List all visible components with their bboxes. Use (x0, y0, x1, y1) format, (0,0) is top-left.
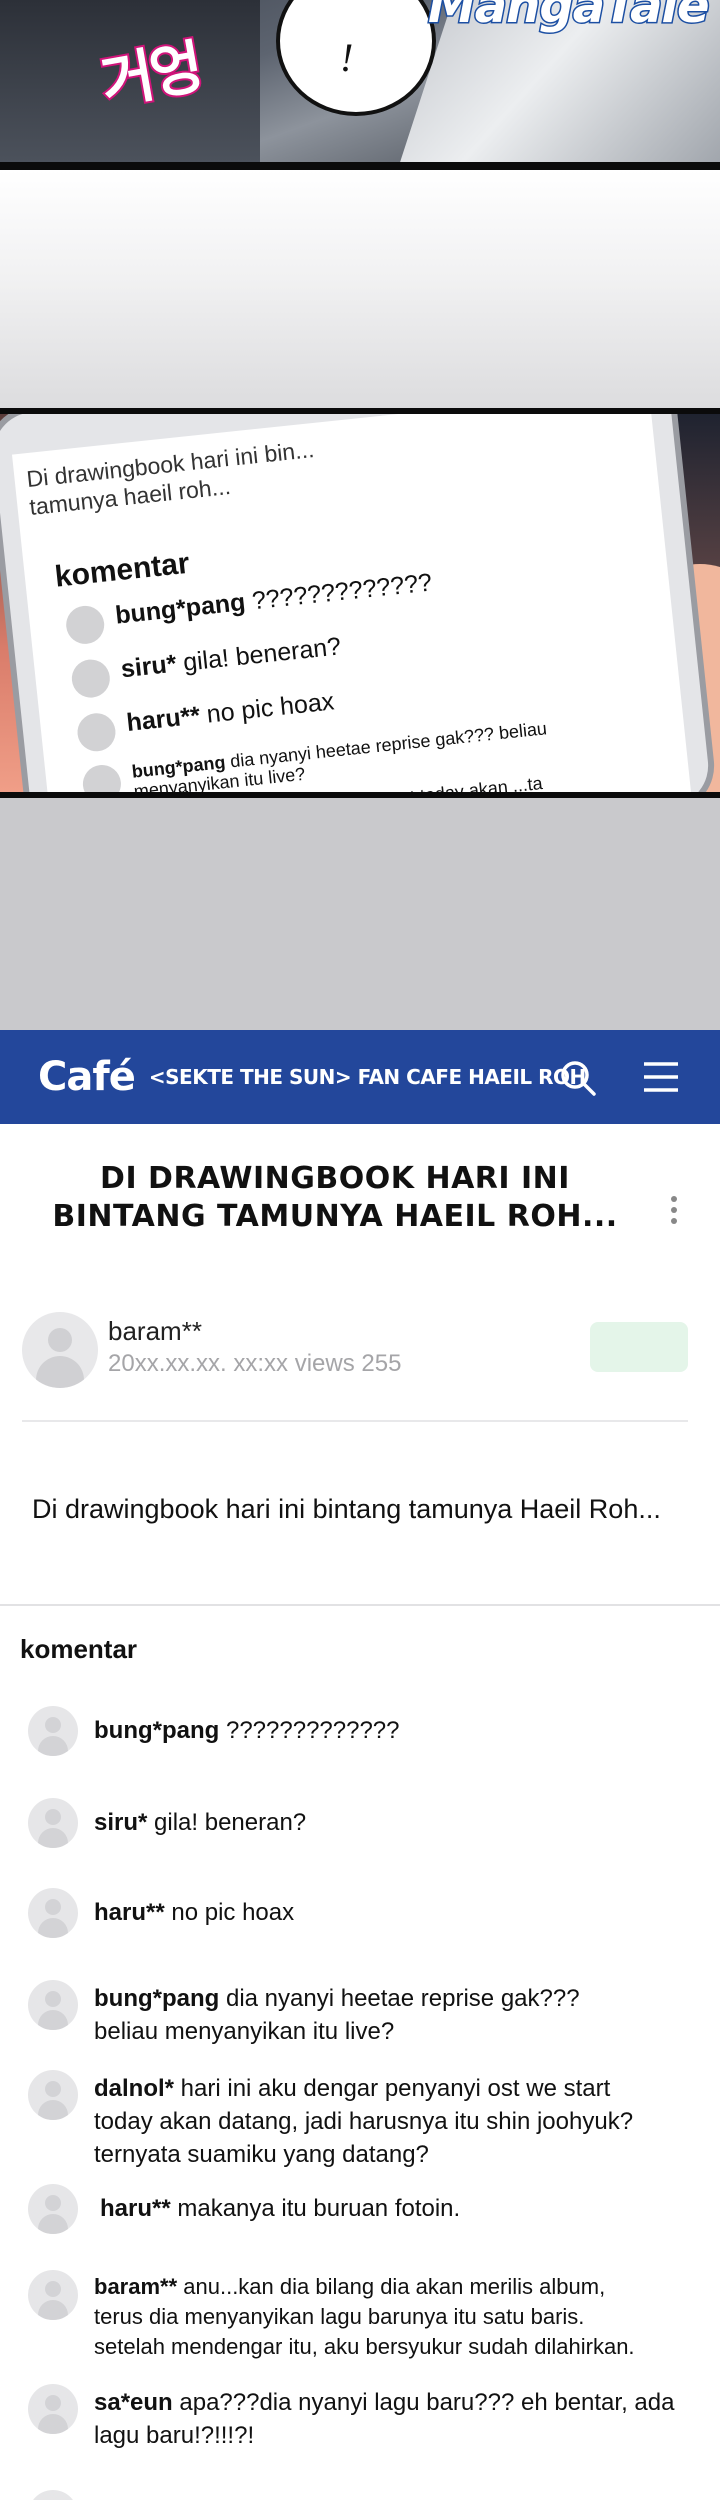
phone-screen: Di drawingbook hari ini bin... tamunya h… (12, 414, 695, 792)
avatar (81, 763, 123, 792)
comment-user[interactable]: dalnol* (94, 2075, 174, 2102)
comment-text: gila! beneran? (147, 1809, 307, 1836)
author-name[interactable]: baram** (108, 1316, 202, 1347)
post-meta: 20xx.xx.xx. xx:xx views 255 (108, 1350, 402, 1377)
comment-user[interactable]: baram** (94, 2274, 177, 2299)
phone-post-preview: Di drawingbook hari ini bin... tamunya h… (25, 436, 316, 520)
panel-gutter (0, 170, 720, 410)
comment: sa*eun apa???dia nyanyi lagu baru??? eh … (28, 2384, 674, 2452)
avatar[interactable] (22, 1312, 98, 1388)
follow-button[interactable] (590, 1322, 688, 1372)
comment-user[interactable]: siru* (94, 1809, 147, 1836)
comment: bung*pang dia nyanyi heetae reprise gak?… (28, 1980, 580, 2048)
comment: siru* gila! beneran? (28, 1798, 306, 1848)
avatar[interactable] (28, 2270, 78, 2320)
post-body: Di drawingbook hari ini bintang tamunya … (32, 1494, 661, 1524)
comment-text: gila! beneran? (174, 632, 343, 678)
panel-border (0, 162, 720, 170)
search-icon[interactable] (558, 1058, 598, 1098)
avatar[interactable] (28, 1706, 78, 1756)
comment-user[interactable]: sa*eun (94, 2389, 173, 2416)
comment: haru** no pic hoax (28, 1888, 294, 1938)
comment-text: ternyata suamiku yang datang? (94, 2141, 429, 2168)
cafe-header: Café <SEKTE THE SUN> FAN CAFE HAEIL ROH (0, 1030, 720, 1124)
comic-panel-phone: Di drawingbook hari ini bin... tamunya h… (0, 408, 720, 798)
avatar[interactable] (28, 2184, 78, 2234)
comment: dalnol* hari ini aku dengar penyanyi ost… (28, 2070, 633, 2171)
menu-icon[interactable] (642, 1060, 680, 1094)
comment: baram** anu...kan dia bilang dia akan me… (28, 2270, 635, 2362)
phone-illustration: Di drawingbook hari ini bin... tamunya h… (0, 414, 719, 792)
comment-text: hari ini aku dengar penyanyi ost we star… (174, 2075, 611, 2102)
comment-text: no pic hoax (198, 687, 336, 730)
post-title: DI DRAWINGBOOK HARI INI BINTANG TAMUNYA … (40, 1160, 630, 1236)
speech-bubble-text: ! (340, 35, 354, 80)
sound-effect-text: 거엉 (94, 31, 207, 119)
avatar[interactable] (28, 2490, 78, 2500)
comment-text: no pic hoax (164, 1899, 295, 1926)
phone-comments-heading: komentar (53, 546, 192, 594)
comment-text: dia nyanyi heetae reprise gak??? (219, 1985, 580, 2012)
avatar[interactable] (28, 1888, 78, 1938)
comment-text: beliau menyanyikan itu live? (94, 2018, 395, 2045)
comment-user[interactable]: bung*pang (94, 1717, 219, 1744)
comment-text: terus dia menyanyikan lagu barunya itu s… (94, 2304, 585, 2329)
post-title-line: BINTANG TAMUNYA HAEIL ROH... (52, 1199, 618, 1234)
avatar (75, 711, 118, 754)
comment-text: apa???dia nyanyi lagu baru??? eh bentar,… (172, 2389, 675, 2416)
avatar (64, 603, 107, 646)
comment-user[interactable]: haru** (100, 2195, 171, 2222)
comment-user: bung*pang (113, 588, 247, 630)
comment-user: haru** (125, 701, 202, 737)
comment: bung*pang ????????????? (28, 1706, 400, 1756)
avatar[interactable] (28, 1980, 78, 2030)
cafe-name[interactable]: <SEKTE THE SUN> FAN CAFE HAEIL ROH (149, 1065, 586, 1089)
comment-user[interactable]: bung*pang (94, 1985, 219, 2012)
comment: haru** makanya itu buruan fotoin. (28, 2184, 460, 2234)
panel-gutter (0, 798, 720, 1030)
watermark-logo: MangaTale (427, 0, 712, 36)
avatar[interactable] (28, 2070, 78, 2120)
comment-text: makanya itu buruan fotoin. (170, 2195, 461, 2222)
avatar[interactable] (28, 1798, 78, 1848)
comment-text: today akan datang, jadi harusnya itu shi… (94, 2108, 634, 2135)
divider (0, 1604, 720, 1606)
cafe-logo[interactable]: Café (38, 1054, 136, 1100)
avatar[interactable] (28, 2384, 78, 2434)
post-title-line: DI DRAWINGBOOK HARI INI (100, 1161, 570, 1196)
comments-heading: komentar (20, 1634, 138, 1664)
more-options-icon[interactable] (668, 1196, 680, 1232)
comment-user[interactable]: haru** (94, 1899, 165, 1926)
divider (22, 1420, 688, 1422)
comment-user: siru* (119, 649, 178, 684)
comment-text: anu...kan dia bilang dia akan merilis al… (177, 2274, 606, 2299)
comment-text: ????????????? (219, 1717, 400, 1744)
comment-text: ????????????? (243, 568, 434, 616)
comment-text: setelah mendengar itu, aku bersyukur sud… (94, 2334, 635, 2359)
avatar (69, 657, 112, 700)
comment-text: lagu baru!?!!!?! (94, 2422, 255, 2449)
